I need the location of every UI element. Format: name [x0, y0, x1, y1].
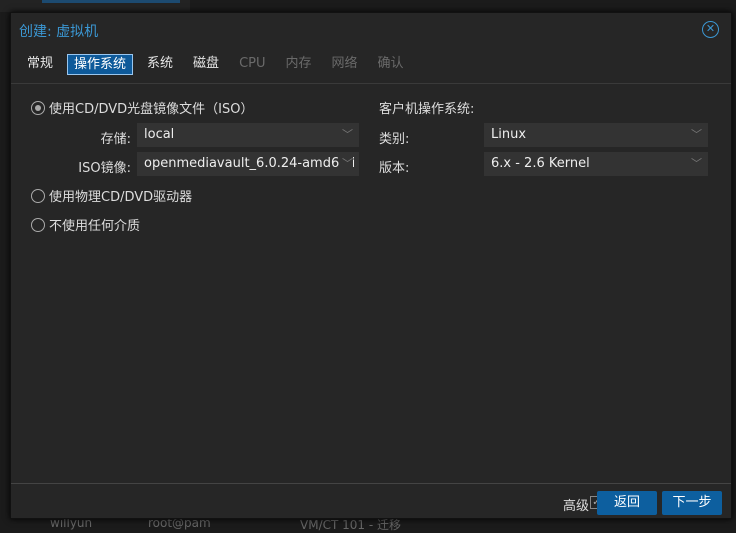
os-type-select[interactable]: Linux ﹀	[484, 123, 708, 147]
tab-system[interactable]: 系统	[141, 54, 179, 75]
next-button[interactable]: 下一步	[662, 491, 722, 515]
os-panel: 使用CD/DVD光盘镜像文件（ISO） 存储: local ﹀ ISO镜像: op…	[11, 83, 731, 484]
tab-disk[interactable]: 磁盘	[187, 54, 225, 75]
radio-no-media[interactable]: 不使用任何介质	[31, 215, 140, 234]
guest-os-heading: 客户机操作系统:	[379, 102, 475, 117]
radio-checked-icon	[31, 100, 45, 115]
chevron-down-icon: ﹀	[688, 152, 702, 176]
iso-value: openmediavault_6.0.24-amd64.iso	[144, 156, 354, 171]
type-label: 类别:	[379, 132, 410, 147]
storage-select[interactable]: local ﹀	[137, 123, 359, 147]
iso-label: ISO镜像:	[78, 161, 131, 176]
tab-os[interactable]: 操作系统	[67, 54, 134, 75]
dialog-title: 创建: 虚拟机	[19, 24, 99, 40]
tab-network: 网络	[331, 56, 358, 71]
create-vm-dialog: 创建: 虚拟机 ✕ 常规 操作系统 系统 磁盘 CPU 内存 网络 确认 使用C…	[10, 12, 732, 519]
tab-general[interactable]: 常规	[21, 54, 59, 75]
chevron-down-icon: ﹀	[688, 123, 702, 147]
os-type-value: Linux	[491, 127, 527, 142]
iso-select[interactable]: openmediavault_6.0.24-amd64.iso ﹀	[137, 152, 359, 176]
radio-label: 不使用任何介质	[49, 219, 141, 234]
background-tab-indicator	[42, 0, 180, 3]
radio-physical-drive[interactable]: 使用物理CD/DVD驱动器	[31, 186, 192, 205]
radio-use-iso[interactable]: 使用CD/DVD光盘镜像文件（ISO）	[31, 98, 253, 117]
os-version-select[interactable]: 6.x - 2.6 Kernel ﹀	[484, 152, 708, 176]
radio-label: 使用CD/DVD光盘镜像文件（ISO）	[49, 102, 254, 117]
storage-label: 存储:	[100, 132, 131, 147]
chevron-down-icon: ﹀	[339, 152, 353, 176]
advanced-label: 高级	[562, 499, 589, 514]
chevron-down-icon: ﹀	[339, 123, 353, 147]
tab-confirm: 确认	[377, 56, 404, 71]
os-version-value: 6.x - 2.6 Kernel	[491, 156, 590, 171]
back-button[interactable]: 返回	[597, 491, 657, 515]
radio-label: 使用物理CD/DVD驱动器	[49, 190, 193, 205]
tab-cpu: CPU	[239, 56, 266, 71]
radio-unchecked-icon	[31, 188, 45, 203]
storage-value: local	[144, 127, 175, 142]
tab-memory: 内存	[285, 56, 312, 71]
wizard-tabs: 常规 操作系统 系统 磁盘 CPU 内存 网络 确认	[21, 54, 418, 75]
close-icon[interactable]: ✕	[702, 21, 719, 38]
radio-unchecked-icon	[31, 217, 45, 232]
version-label: 版本:	[379, 161, 410, 176]
dialog-footer: 高级 ✓ 返回 下一步	[11, 485, 731, 519]
